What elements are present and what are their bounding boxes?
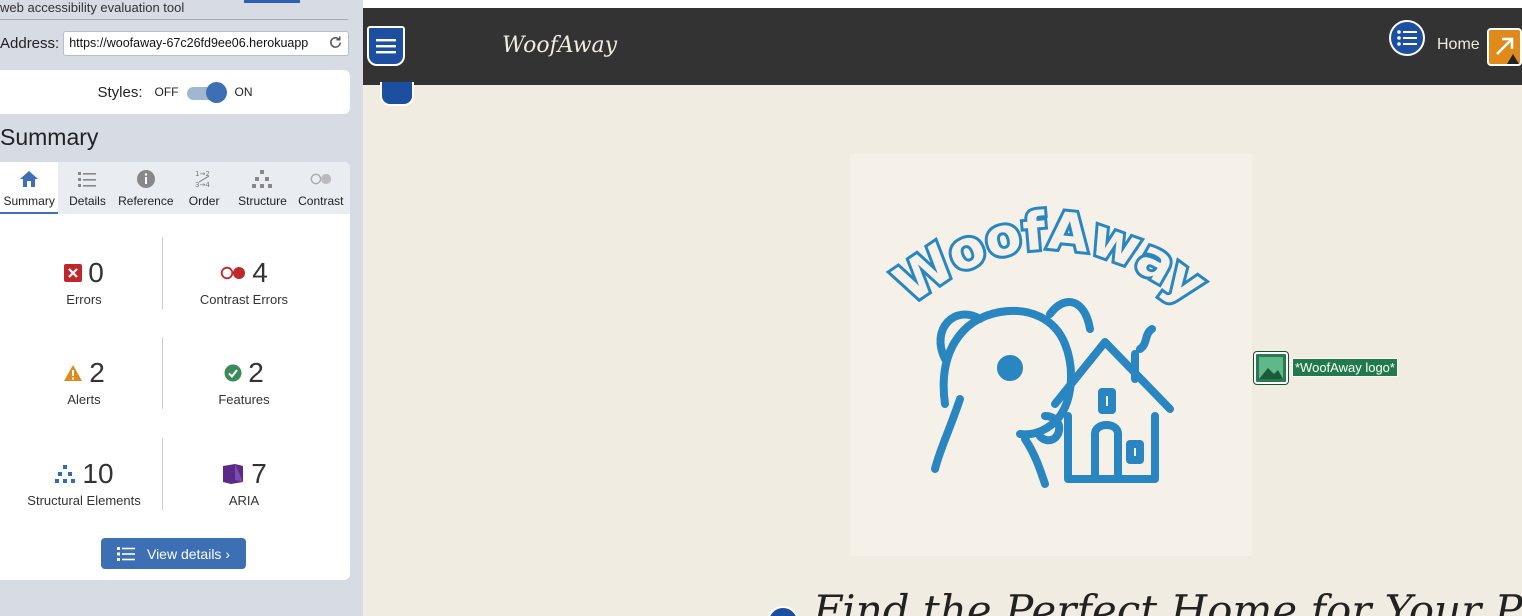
tab-label: Summary xyxy=(3,194,55,208)
svg-text:WoofAway: WoofAway xyxy=(884,201,1216,315)
toggle-knob[interactable] xyxy=(205,82,227,103)
tab-label: Details xyxy=(69,194,106,208)
address-value: https://woofaway-67c26fd9ee06.herokuapp xyxy=(69,35,309,50)
structure-icon xyxy=(55,465,76,483)
reload-icon[interactable] xyxy=(328,35,343,50)
hero-heading: Find the Perfect Home for Your Pup xyxy=(813,586,1522,616)
aria-label: ARIA xyxy=(228,493,260,508)
summary-heading: Summary xyxy=(0,124,99,150)
site-brand[interactable]: WoofAway xyxy=(502,33,617,58)
wave-heading-marker-icon[interactable] xyxy=(767,606,799,616)
divider xyxy=(162,237,163,309)
summary-panel: Summary Details Reference 1→23→4 Order xyxy=(0,162,350,580)
menu-toggle-button[interactable] xyxy=(367,26,405,66)
alerts-count: 2 xyxy=(89,357,105,388)
error-icon xyxy=(64,264,83,282)
wave-image-alt-marker-icon[interactable] xyxy=(1254,352,1288,384)
woofaway-logo: WoofAway xyxy=(850,154,1252,556)
contrast-icon xyxy=(310,168,332,190)
tab-label: Order xyxy=(188,194,220,208)
contrast-errors-count: 4 xyxy=(252,257,268,288)
stat-features[interactable]: 2 Features xyxy=(164,356,324,407)
wave-sidebar: web accessibility evaluation tool Addres… xyxy=(0,0,363,616)
address-input[interactable]: https://woofaway-67c26fd9ee06.herokuapp xyxy=(63,30,350,56)
styles-toggle-card: Styles: OFF ON xyxy=(0,70,350,114)
evaluated-site: WoofAway Home WoofAway *WoofAway logo* F… xyxy=(363,0,1522,616)
aria-icon xyxy=(223,464,244,484)
tab-summary[interactable]: Summary xyxy=(0,162,59,214)
contrast-error-icon xyxy=(221,266,246,280)
structure-icon xyxy=(251,168,273,190)
view-details-label: View details › xyxy=(146,545,230,562)
tab-label: Contrast xyxy=(298,194,344,208)
address-row: Address: https://woofaway-67c26fd9ee06.h… xyxy=(0,30,350,56)
stat-alerts[interactable]: 2 Alerts xyxy=(4,356,164,407)
image-alt-text: *WoofAway logo* xyxy=(1292,358,1398,377)
wave-top-tab[interactable] xyxy=(244,0,300,3)
home-icon xyxy=(18,168,40,190)
stat-structural-elements[interactable]: 10 Structural Elements xyxy=(4,457,164,508)
styles-toggle[interactable] xyxy=(185,82,229,103)
wave-tabs: Summary Details Reference 1→23→4 Order xyxy=(0,162,350,214)
errors-count: 0 xyxy=(88,257,104,288)
tab-contrast[interactable]: Contrast xyxy=(292,162,350,214)
divider xyxy=(162,438,163,510)
tab-label: Reference xyxy=(118,194,174,208)
view-details-button[interactable]: View details › xyxy=(101,538,246,569)
site-top-strip xyxy=(363,0,1522,8)
alert-icon xyxy=(64,365,83,381)
info-icon xyxy=(135,168,157,190)
feature-icon xyxy=(224,364,242,382)
errors-label: Errors xyxy=(66,292,102,307)
divider xyxy=(162,337,163,409)
list-icon xyxy=(76,168,98,190)
structural-elements-label: Structural Elements xyxy=(27,493,141,508)
stat-aria[interactable]: 7 ARIA xyxy=(164,457,324,508)
address-label: Address: xyxy=(0,34,60,52)
wave-aria-marker-icon[interactable] xyxy=(380,82,414,106)
site-navbar: WoofAway Home xyxy=(363,8,1522,85)
tab-label: Structure xyxy=(238,194,287,208)
styles-label: Styles: xyxy=(97,83,143,101)
styles-off-label: OFF xyxy=(154,85,179,99)
structural-elements-count: 10 xyxy=(82,458,114,489)
nav-home-link[interactable]: Home xyxy=(1437,36,1480,54)
alerts-label: Alerts xyxy=(67,392,101,407)
list-icon xyxy=(116,546,135,561)
tab-details[interactable]: Details xyxy=(58,162,116,214)
features-label: Features xyxy=(218,392,270,407)
contrast-errors-label: Contrast Errors xyxy=(199,292,289,307)
svg-text:3→4: 3→4 xyxy=(195,181,210,189)
aria-count: 7 xyxy=(251,458,267,489)
features-count: 2 xyxy=(248,357,264,388)
hamburger-icon xyxy=(376,39,396,54)
stat-contrast-errors[interactable]: 4 Contrast Errors xyxy=(164,256,324,307)
wave-alert-marker-icon[interactable] xyxy=(1487,28,1522,66)
logo-image: WoofAway xyxy=(881,198,1220,488)
wave-list-marker-icon[interactable] xyxy=(1389,20,1425,56)
divider xyxy=(0,19,348,20)
wave-tagline: web accessibility evaluation tool xyxy=(0,0,185,15)
stat-errors[interactable]: 0 Errors xyxy=(4,256,164,307)
styles-on-label: ON xyxy=(234,85,253,99)
tab-order[interactable]: 1→2 3→4 Order xyxy=(175,162,233,214)
order-icon: 1→2 3→4 xyxy=(193,168,215,190)
tab-reference[interactable]: Reference xyxy=(117,162,175,214)
tab-structure[interactable]: Structure xyxy=(233,162,291,214)
